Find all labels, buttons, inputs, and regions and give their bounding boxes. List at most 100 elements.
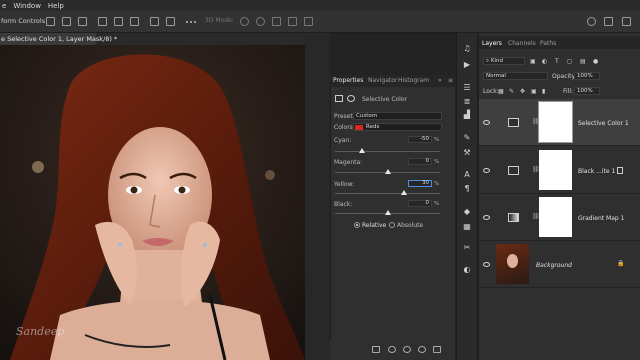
clip-to-layer-icon[interactable]: [372, 346, 380, 353]
color-swatch: [355, 125, 363, 130]
layer-name[interactable]: Gradient Map 1: [578, 215, 624, 222]
visibility-eye-icon[interactable]: [483, 168, 490, 173]
lock-pixels-icon[interactable]: ✎: [509, 88, 514, 95]
lock-transparent-icon[interactable]: ▦: [498, 88, 504, 95]
colors-icon[interactable]: ◐: [462, 265, 472, 274]
panel-menu-icon[interactable]: ≡: [448, 77, 453, 84]
paragraph-icon[interactable]: ¶: [462, 184, 472, 193]
mask-icon[interactable]: [347, 95, 355, 102]
layer-filter-dropdown[interactable]: ⌕ Kind: [483, 57, 525, 65]
visibility-eye-icon[interactable]: [483, 262, 490, 267]
3d-slide-icon[interactable]: [288, 17, 297, 26]
blend-mode-dropdown[interactable]: Normal: [483, 72, 548, 80]
brush-icon[interactable]: ✎: [462, 133, 472, 142]
play-icon[interactable]: ▶: [462, 60, 472, 69]
tab-properties[interactable]: Properties: [333, 77, 363, 84]
layer-mask-thumbnail[interactable]: [539, 150, 572, 190]
layer-mask-thumbnail[interactable]: [538, 101, 573, 143]
magenta-value[interactable]: 0: [408, 158, 432, 165]
yellow-slider-track[interactable]: [335, 193, 440, 194]
share-icon[interactable]: [622, 17, 631, 26]
filter-shape-icon[interactable]: ◻: [567, 58, 572, 65]
relative-radio[interactable]: [354, 222, 360, 228]
yellow-value[interactable]: 30: [408, 180, 432, 187]
reset-icon[interactable]: [403, 346, 411, 353]
menu-item-window[interactable]: Window: [13, 2, 41, 10]
absolute-radio[interactable]: [389, 222, 395, 228]
opacity-field[interactable]: 100%: [574, 72, 600, 80]
visibility-icon[interactable]: [418, 346, 426, 353]
cyan-value[interactable]: -50: [408, 136, 432, 143]
more-options-icon[interactable]: [186, 21, 188, 23]
3d-orbit-icon[interactable]: [240, 17, 249, 26]
layer-row-selective-color[interactable]: ⛓ Selective Color 1: [479, 99, 640, 146]
adjustments-icon[interactable]: ☰: [462, 83, 472, 92]
document-canvas[interactable]: [0, 45, 305, 360]
brush-settings-icon[interactable]: ♫: [462, 44, 472, 53]
character-icon[interactable]: A: [462, 170, 472, 179]
patterns-icon[interactable]: ▦: [462, 222, 472, 231]
visibility-eye-icon[interactable]: [483, 215, 490, 220]
distribute-vertical-icon[interactable]: [166, 17, 175, 26]
tab-layers[interactable]: Layers: [482, 40, 502, 47]
layer-mask-thumbnail[interactable]: [539, 197, 572, 237]
shapes-icon[interactable]: ◆: [462, 207, 472, 216]
lock-artboard-icon[interactable]: ▣: [531, 88, 537, 95]
view-previous-icon[interactable]: [388, 346, 396, 353]
tab-paths[interactable]: Paths: [540, 40, 556, 47]
layer-row-background[interactable]: Background 🔒: [479, 241, 640, 288]
align-bottom-icon[interactable]: [130, 17, 139, 26]
search-icon[interactable]: [587, 17, 596, 26]
align-middle-icon[interactable]: [114, 17, 123, 26]
distribute-icon[interactable]: [150, 17, 159, 26]
layer-name[interactable]: Selective Color 1: [578, 120, 629, 127]
filter-type-icon[interactable]: T: [555, 58, 559, 65]
fill-field[interactable]: 100%: [574, 87, 600, 95]
cyan-slider-thumb[interactable]: [359, 148, 365, 153]
filter-toggle-icon[interactable]: ●: [593, 58, 598, 65]
preset-dropdown[interactable]: Custom: [353, 112, 442, 120]
cyan-slider-track[interactable]: [335, 151, 440, 152]
blend-mode-value: Normal: [486, 73, 506, 79]
align-right-icon[interactable]: [78, 17, 87, 26]
layer-row-black-white[interactable]: ⛓ Black ...ite 1: [479, 147, 640, 194]
colors-value: Reds: [366, 124, 380, 130]
panel-collapse-icon[interactable]: »: [438, 77, 442, 84]
tab-channels[interactable]: Channels: [508, 40, 536, 47]
magenta-slider-thumb[interactable]: [385, 169, 391, 174]
filter-adjustment-icon[interactable]: ◐: [542, 58, 547, 65]
colors-dropdown[interactable]: Reds: [353, 123, 442, 131]
align-top-icon[interactable]: [98, 17, 107, 26]
layer-name[interactable]: Black ...ite 1: [578, 168, 615, 175]
clone-source-icon[interactable]: ⚒: [462, 148, 472, 157]
layer-name[interactable]: Background: [536, 262, 572, 269]
document-tab[interactable]: e Selective Color 1, Layer Mask/8) *: [0, 33, 117, 45]
delete-icon[interactable]: [433, 346, 441, 353]
3d-scale-icon[interactable]: [304, 17, 313, 26]
transform-controls-label[interactable]: form Controls: [1, 17, 45, 25]
3d-drag-icon[interactable]: [272, 17, 281, 26]
colors-label: Colors:: [334, 124, 355, 131]
3d-roll-icon[interactable]: [256, 17, 265, 26]
tools-icon[interactable]: ✂: [462, 243, 472, 252]
histogram-icon[interactable]: ▟: [462, 110, 472, 119]
align-center-icon[interactable]: [62, 17, 71, 26]
lock-position-icon[interactable]: ✥: [520, 88, 525, 95]
align-left-icon[interactable]: [46, 17, 55, 26]
lock-all-icon[interactable]: ▮: [542, 88, 545, 95]
layer-row-gradient-map[interactable]: ⛓ Gradient Map 1: [479, 194, 640, 241]
properties-icon[interactable]: ≣: [462, 97, 472, 106]
tab-histogram[interactable]: Histogram: [398, 77, 429, 84]
menu-item-help[interactable]: Help: [48, 2, 64, 10]
workspace-icon[interactable]: [604, 17, 613, 26]
filter-smart-icon[interactable]: ▤: [580, 58, 586, 65]
background-thumbnail[interactable]: [496, 244, 529, 284]
black-value[interactable]: 0: [408, 200, 432, 207]
yellow-slider-thumb[interactable]: [401, 190, 407, 195]
filter-pixel-icon[interactable]: ▣: [530, 58, 536, 65]
tab-navigator[interactable]: Navigator: [368, 77, 397, 84]
black-slider-thumb[interactable]: [385, 210, 391, 215]
visibility-eye-icon[interactable]: [483, 120, 490, 125]
yellow-percent: %: [434, 181, 440, 187]
menu-item-edit[interactable]: e: [2, 2, 6, 10]
